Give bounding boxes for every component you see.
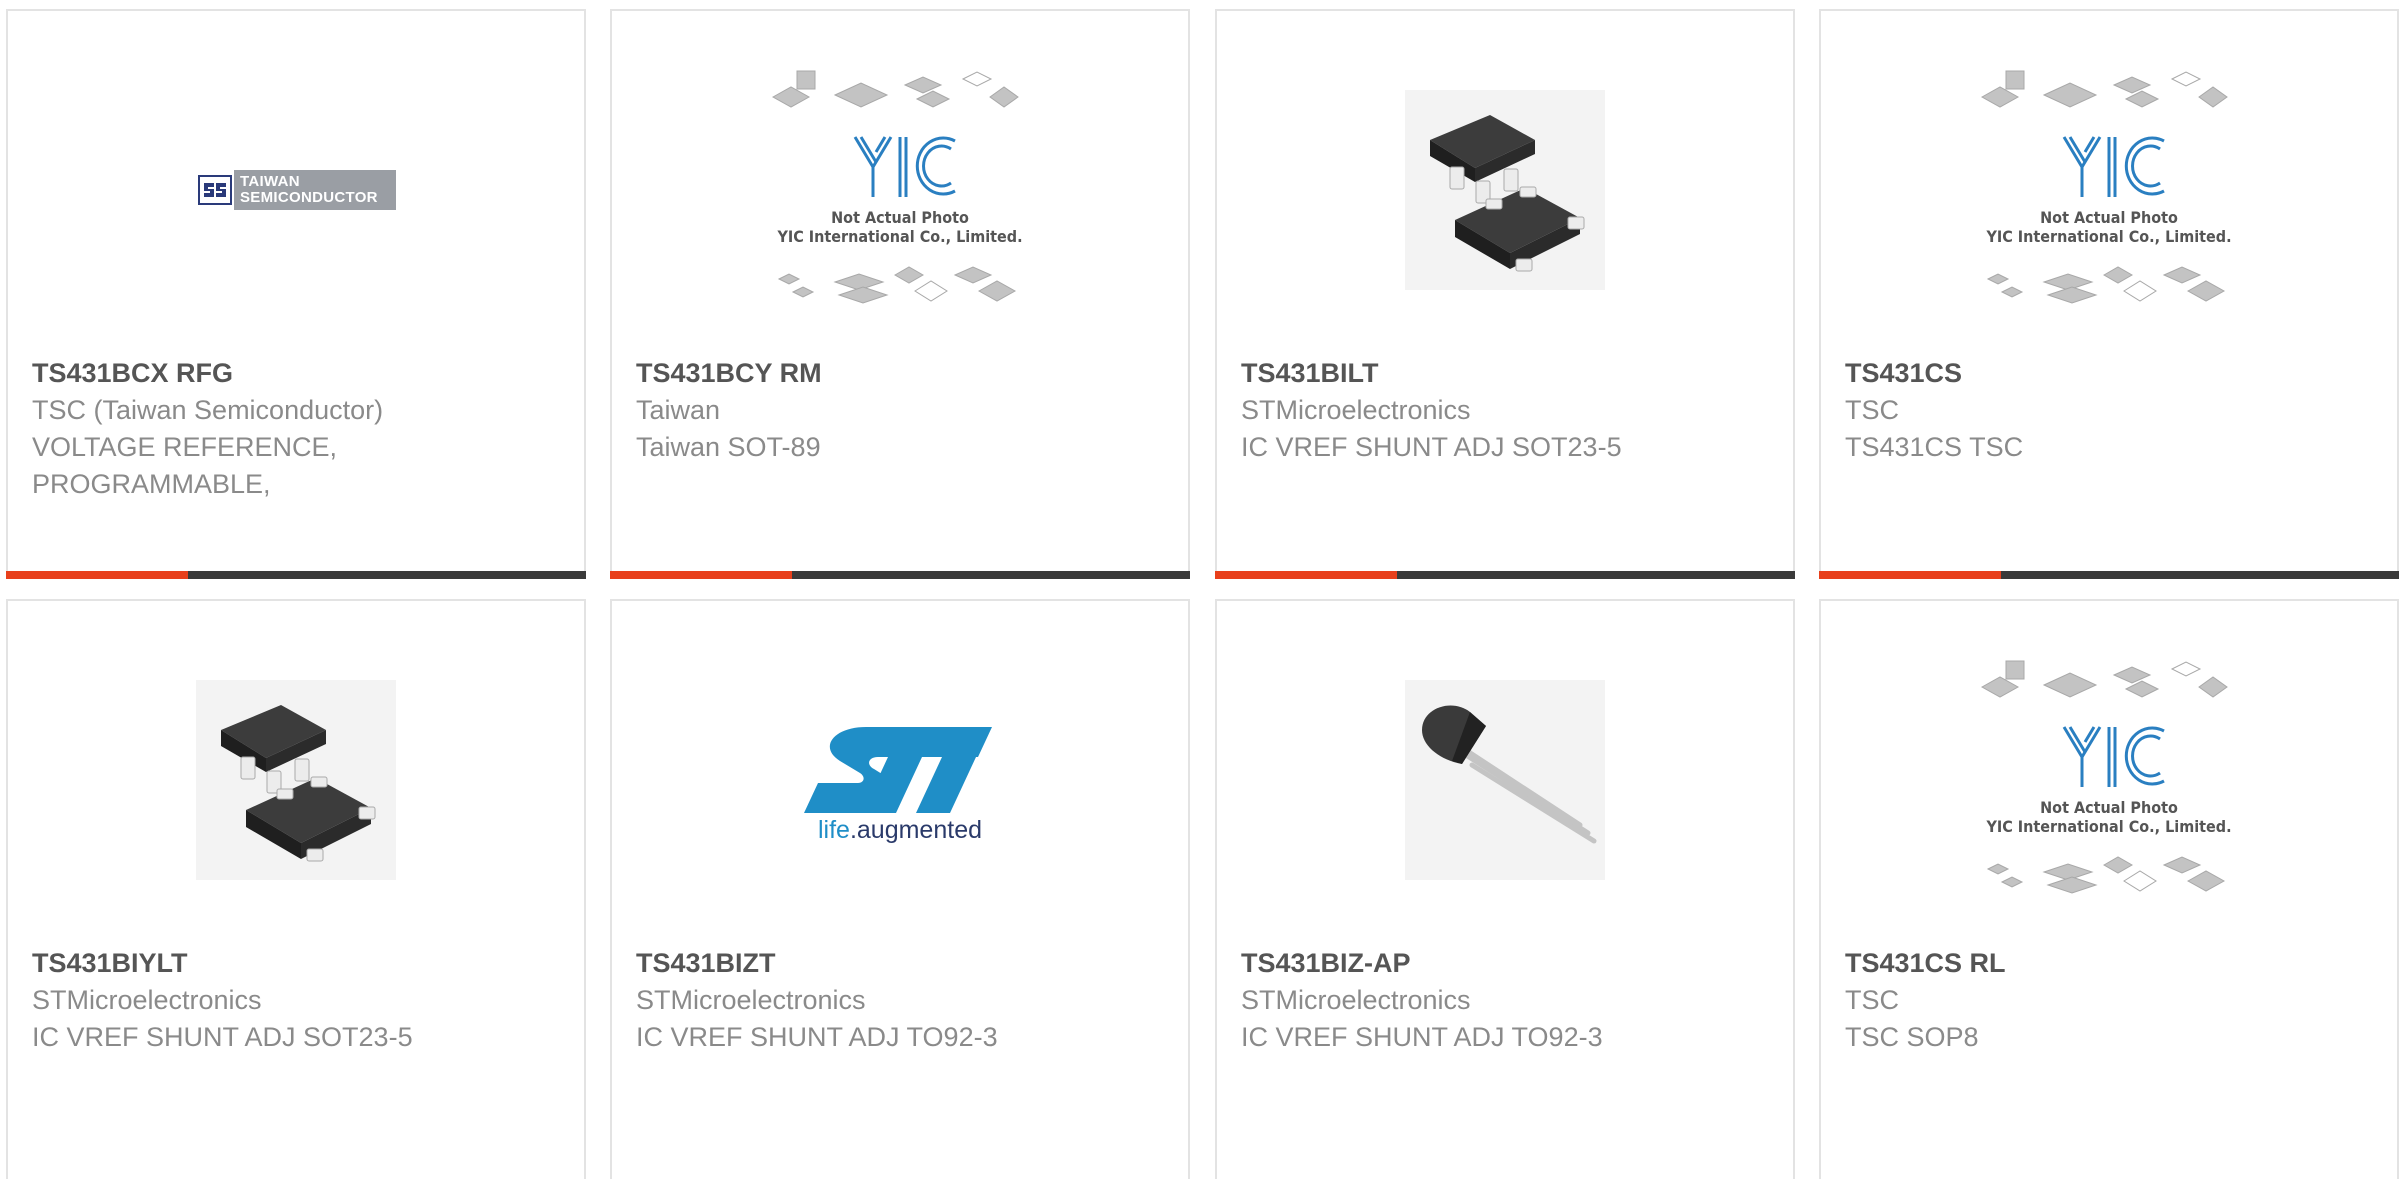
part-number[interactable]: TS431BIZ-AP — [1241, 944, 1769, 982]
manufacturer: Taiwan — [636, 395, 721, 425]
product-image — [1217, 67, 1793, 312]
part-number[interactable]: TS431BIYLT — [32, 944, 560, 982]
tsc-mark-icon — [196, 169, 234, 210]
description: TSC SOP8 — [1845, 1022, 1979, 1052]
sot23-5-photo — [1405, 89, 1605, 290]
product-image — [1217, 657, 1793, 902]
description: IC VREF SHUNT ADJ SOT23-5 — [1241, 432, 1622, 462]
yic-placeholder-image: Not Actual Photo YIC International Co., L… — [1974, 657, 2244, 902]
product-image: Not Actual Photo YIC International Co., L… — [612, 67, 1188, 312]
yic-caption-line2: YIC International Co., Limited. — [777, 227, 1023, 246]
manufacturer: TSC (Taiwan Semiconductor) — [32, 395, 384, 425]
card-footer-bar — [6, 571, 586, 579]
product-image: Not Actual Photo YIC International Co., L… — [1821, 657, 2397, 902]
description: IC VREF SHUNT ADJ TO92-3 — [636, 1022, 998, 1052]
product-card[interactable]: TAIWAN SEMICONDUCTOR TS431BCX RFG TSC (Ta… — [6, 9, 586, 579]
description: IC VREF SHUNT ADJ TO92-3 — [1241, 1022, 1603, 1052]
st-tagline-life: life — [817, 815, 850, 844]
st-tagline-augmented: .augmented — [849, 815, 982, 844]
manufacturer: TSC — [1845, 985, 1899, 1015]
to92-photo — [1405, 679, 1605, 880]
manufacturer: STMicroelectronics — [1241, 395, 1471, 425]
yic-caption-line1: Not Actual Photo — [831, 208, 969, 227]
product-card[interactable]: TS431BIYLT STMicroelectronics IC VREF SH… — [6, 599, 586, 1179]
product-card[interactable]: Not Actual Photo YIC International Co., L… — [1819, 9, 2399, 579]
manufacturer: STMicroelectronics — [1241, 985, 1471, 1015]
manufacturer: STMicroelectronics — [636, 985, 866, 1015]
description: IC VREF SHUNT ADJ SOT23-5 — [32, 1022, 413, 1052]
part-number[interactable]: TS431BCX RFG — [32, 354, 560, 392]
product-image: Not Actual Photo YIC International Co., L… — [1821, 67, 2397, 312]
part-number[interactable]: TS431CS RL — [1845, 944, 2373, 982]
sot23-5-photo — [196, 679, 396, 880]
card-footer-bar — [1819, 571, 2399, 579]
yic-placeholder-image: Not Actual Photo YIC International Co., L… — [765, 67, 1035, 312]
manufacturer: TSC — [1845, 395, 1899, 425]
description: Taiwan SOT-89 — [636, 432, 821, 462]
manufacturer: STMicroelectronics — [32, 985, 262, 1015]
part-number[interactable]: TS431CS — [1845, 354, 2373, 392]
product-card[interactable]: TS431BIZ-AP STMicroelectronics IC VREF S… — [1215, 599, 1795, 1179]
description: TS431CS TSC — [1845, 432, 2024, 462]
product-image — [8, 657, 584, 902]
yic-caption-line1: Not Actual Photo — [2040, 208, 2178, 227]
tsc-logo-line1: TAIWAN — [240, 172, 300, 190]
part-number[interactable]: TS431BCY RM — [636, 354, 1164, 392]
description: VOLTAGE REFERENCE, PROGRAMMABLE, — [32, 432, 338, 499]
product-card[interactable]: Not Actual Photo YIC International Co., L… — [1819, 599, 2399, 1179]
product-card[interactable]: Not Actual Photo YIC International Co., L… — [610, 9, 1190, 579]
yic-placeholder-image: Not Actual Photo YIC International Co., L… — [1974, 67, 2244, 312]
part-number[interactable]: TS431BIZT — [636, 944, 1164, 982]
product-card[interactable]: TS431BILT STMicroelectronics IC VREF SHU… — [1215, 9, 1795, 579]
product-card[interactable]: life.augmented TS431BIZT STMicroelectron… — [610, 599, 1190, 1179]
taiwan-semiconductor-logo: TAIWAN SEMICONDUCTOR — [196, 169, 396, 210]
yic-caption-line2: YIC International Co., Limited. — [1986, 227, 2232, 246]
yic-caption-line2: YIC International Co., Limited. — [1986, 817, 2232, 836]
part-number[interactable]: TS431BILT — [1241, 354, 1769, 392]
yic-caption-line1: Not Actual Photo — [2040, 798, 2178, 817]
card-footer-bar — [610, 571, 1190, 579]
product-image: TAIWAN SEMICONDUCTOR — [8, 67, 584, 312]
st-logo: life.augmented — [795, 715, 1005, 845]
product-image: life.augmented — [612, 657, 1188, 902]
card-footer-bar — [1215, 571, 1795, 579]
tsc-logo-line2: SEMICONDUCTOR — [240, 188, 378, 206]
